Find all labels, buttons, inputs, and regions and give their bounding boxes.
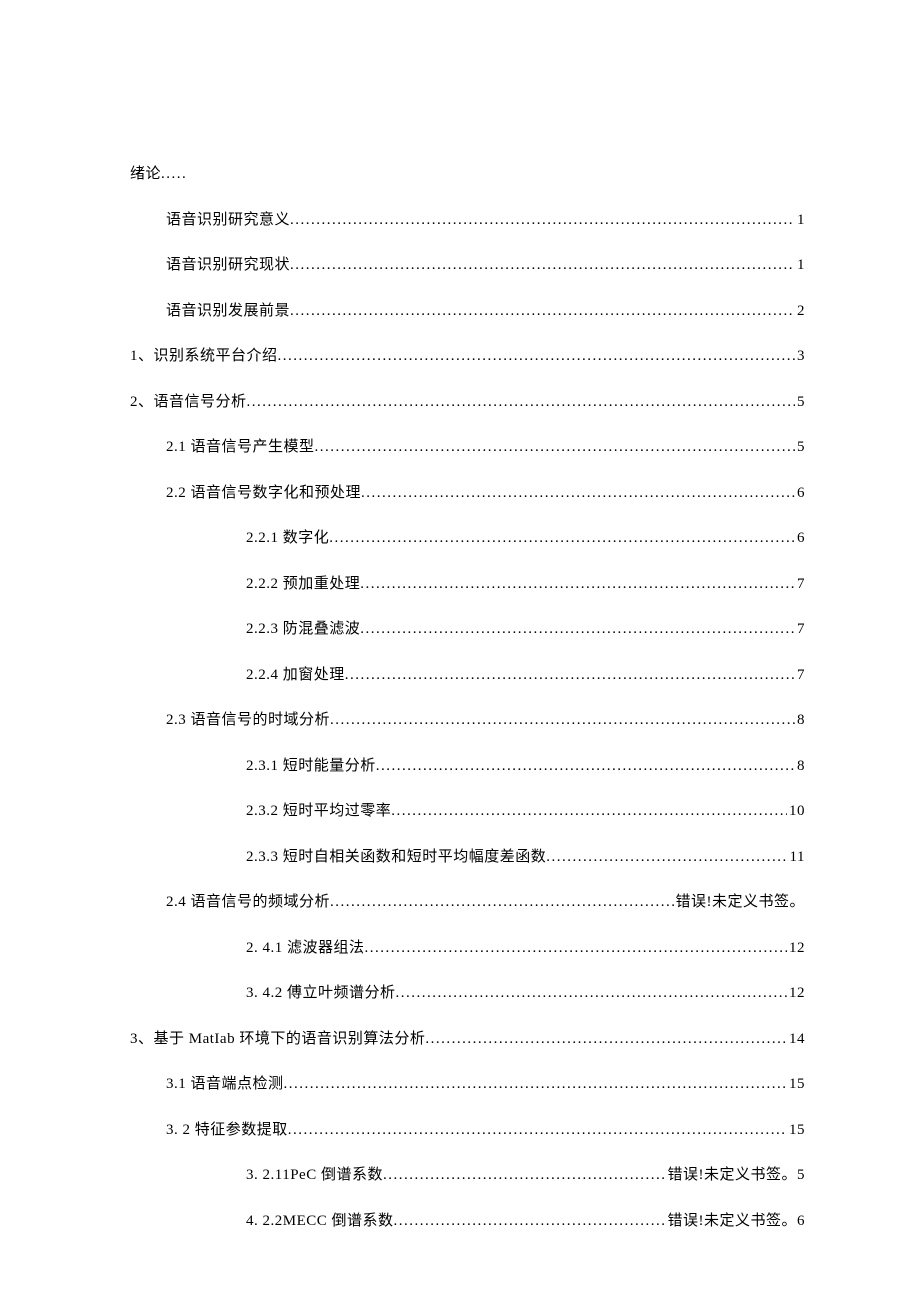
toc-leader-dots bbox=[288, 1121, 787, 1139]
toc-entry: 3. 2.11PeC 倒谱系数 错误!未定义书签。5 bbox=[130, 1166, 805, 1184]
toc-leader-dots bbox=[360, 575, 795, 593]
toc-page-number: 7 bbox=[795, 666, 805, 684]
toc-entry: 2.2.1 数字化 6 bbox=[130, 529, 805, 547]
toc-label: 3、基于 MatIab 环境下的语音识别算法分析 bbox=[130, 1030, 425, 1048]
toc-page-number: 1 bbox=[795, 256, 805, 274]
toc-label: 绪论 bbox=[130, 165, 161, 183]
toc-entry: 2.3.1 短时能量分析 8 bbox=[130, 757, 805, 775]
toc-leader-dots bbox=[290, 302, 795, 320]
toc-leader-dots bbox=[284, 1075, 787, 1093]
toc-leader-dots bbox=[290, 256, 795, 274]
toc-page-number: 7 bbox=[795, 575, 805, 593]
toc-leader-dots bbox=[345, 666, 795, 684]
toc-page-number: 11 bbox=[788, 848, 805, 866]
toc-label: 2.2.2 预加重处理 bbox=[246, 575, 360, 593]
toc-page-number: 15 bbox=[787, 1121, 805, 1139]
toc-label: 2.2 语音信号数字化和预处理 bbox=[166, 484, 361, 502]
toc-entry: 4. 2.2MECC 倒谱系数 错误!未定义书签。6 bbox=[130, 1212, 805, 1230]
toc-leader-dots bbox=[396, 984, 787, 1002]
toc-leader-dots bbox=[278, 347, 795, 365]
toc-list: 绪论语音识别研究意义 1 语音识别研究现状 1 语音识别发展前景 2 1、识别系统平台介绍 3… bbox=[130, 165, 805, 1230]
toc-entry: 3.1 语音端点检测 15 bbox=[130, 1075, 805, 1093]
toc-page-number: 错误!未定义书签。 bbox=[674, 893, 806, 911]
toc-entry: 语音识别发展前景 2 bbox=[130, 302, 805, 320]
toc-label: 2.3.2 短时平均过零率 bbox=[246, 802, 391, 820]
toc-leader-dots bbox=[330, 893, 673, 911]
toc-page-number: 1 bbox=[795, 211, 805, 229]
toc-page-number: 10 bbox=[787, 802, 805, 820]
toc-page-number: 错误!未定义书签。5 bbox=[666, 1166, 806, 1184]
toc-label: 2.2.1 数字化 bbox=[246, 529, 329, 547]
toc-label: 2.2.3 防混叠滤波 bbox=[246, 620, 360, 638]
toc-entry: 3. 2 特征参数提取 15 bbox=[130, 1121, 805, 1139]
toc-entry: 2. 4.1 滤波器组法 12 bbox=[130, 939, 805, 957]
toc-page-number: 5 bbox=[795, 393, 805, 411]
toc-leader-dots bbox=[376, 757, 795, 775]
toc-label: 2.2.4 加窗处理 bbox=[246, 666, 345, 684]
toc-page-number: 6 bbox=[795, 529, 805, 547]
toc-entry: 3. 4.2 傅立叶频谱分析 12 bbox=[130, 984, 805, 1002]
toc-page-number: 2 bbox=[795, 302, 805, 320]
toc-leader-dots bbox=[394, 1212, 666, 1230]
toc-entry: 语音识别研究现状 1 bbox=[130, 256, 805, 274]
toc-label: 3.1 语音端点检测 bbox=[166, 1075, 284, 1093]
toc-entry: 2.3 语音信号的时域分析 8 bbox=[130, 711, 805, 729]
toc-leader-dots bbox=[383, 1166, 666, 1184]
toc-leader-dots bbox=[360, 620, 795, 638]
toc-page-number: 3 bbox=[795, 347, 805, 365]
toc-page-number: 14 bbox=[787, 1030, 805, 1048]
toc-entry: 2.4 语音信号的频域分析 错误!未定义书签。 bbox=[130, 893, 805, 911]
toc-label: 3. 2 特征参数提取 bbox=[166, 1121, 288, 1139]
toc-label: 3. 4.2 傅立叶频谱分析 bbox=[246, 984, 396, 1002]
toc-page-number: 7 bbox=[795, 620, 805, 638]
toc-label: 3. 2.11PeC 倒谱系数 bbox=[246, 1166, 383, 1184]
toc-label: 2.3 语音信号的时域分析 bbox=[166, 711, 330, 729]
toc-label: 4. 2.2MECC 倒谱系数 bbox=[246, 1212, 394, 1230]
toc-page-number: 8 bbox=[795, 711, 805, 729]
toc-entry: 1、识别系统平台介绍 3 bbox=[130, 347, 805, 365]
toc-entry: 2.2.4 加窗处理 7 bbox=[130, 666, 805, 684]
toc-entry: 语音识别研究意义 1 bbox=[130, 211, 805, 229]
toc-leader-dots bbox=[329, 529, 795, 547]
toc-page-number: 5 bbox=[795, 438, 805, 456]
toc-label: 2.1 语音信号产生模型 bbox=[166, 438, 315, 456]
toc-leader-dots bbox=[247, 393, 795, 411]
toc-label: 语音识别研究现状 bbox=[166, 256, 290, 274]
toc-entry: 2.3.2 短时平均过零率 10 bbox=[130, 802, 805, 820]
toc-page-number: 15 bbox=[787, 1075, 805, 1093]
toc-entry: 2.3.3 短时自相关函数和短时平均幅度差函数 11 bbox=[130, 848, 805, 866]
toc-page: 绪论语音识别研究意义 1 语音识别研究现状 1 语音识别发展前景 2 1、识别系统平台介绍 3… bbox=[0, 0, 920, 1230]
toc-leader-dots bbox=[330, 711, 795, 729]
toc-label: 2.3.1 短时能量分析 bbox=[246, 757, 376, 775]
toc-leader-dots bbox=[365, 939, 787, 957]
toc-leader-dots bbox=[546, 848, 787, 866]
toc-entry: 3、基于 MatIab 环境下的语音识别算法分析 14 bbox=[130, 1030, 805, 1048]
toc-label: 语音识别研究意义 bbox=[166, 211, 290, 229]
toc-leader-dots bbox=[361, 484, 795, 502]
toc-page-number: 8 bbox=[795, 757, 805, 775]
toc-leader-dots bbox=[290, 211, 795, 229]
toc-leader-dots bbox=[391, 802, 787, 820]
toc-label: 2、语音信号分析 bbox=[130, 393, 247, 411]
toc-entry: 2.2.3 防混叠滤波 7 bbox=[130, 620, 805, 638]
toc-entry: 绪论 bbox=[130, 165, 805, 183]
toc-entry: 2.1 语音信号产生模型 5 bbox=[130, 438, 805, 456]
toc-entry: 2.2.2 预加重处理 7 bbox=[130, 575, 805, 593]
toc-entry: 2.2 语音信号数字化和预处理 6 bbox=[130, 484, 805, 502]
toc-page-number: 12 bbox=[787, 939, 805, 957]
toc-leader-dots bbox=[161, 165, 805, 183]
toc-label: 2.4 语音信号的频域分析 bbox=[166, 893, 330, 911]
toc-entry: 2、语音信号分析 5 bbox=[130, 393, 805, 411]
toc-leader-dots bbox=[425, 1030, 787, 1048]
toc-label: 2.3.3 短时自相关函数和短时平均幅度差函数 bbox=[246, 848, 546, 866]
toc-leader-dots bbox=[315, 438, 795, 456]
toc-page-number: 错误!未定义书签。6 bbox=[666, 1212, 806, 1230]
toc-label: 2. 4.1 滤波器组法 bbox=[246, 939, 365, 957]
toc-page-number: 12 bbox=[787, 984, 805, 1002]
toc-label: 1、识别系统平台介绍 bbox=[130, 347, 278, 365]
toc-label: 语音识别发展前景 bbox=[166, 302, 290, 320]
toc-page-number: 6 bbox=[795, 484, 805, 502]
